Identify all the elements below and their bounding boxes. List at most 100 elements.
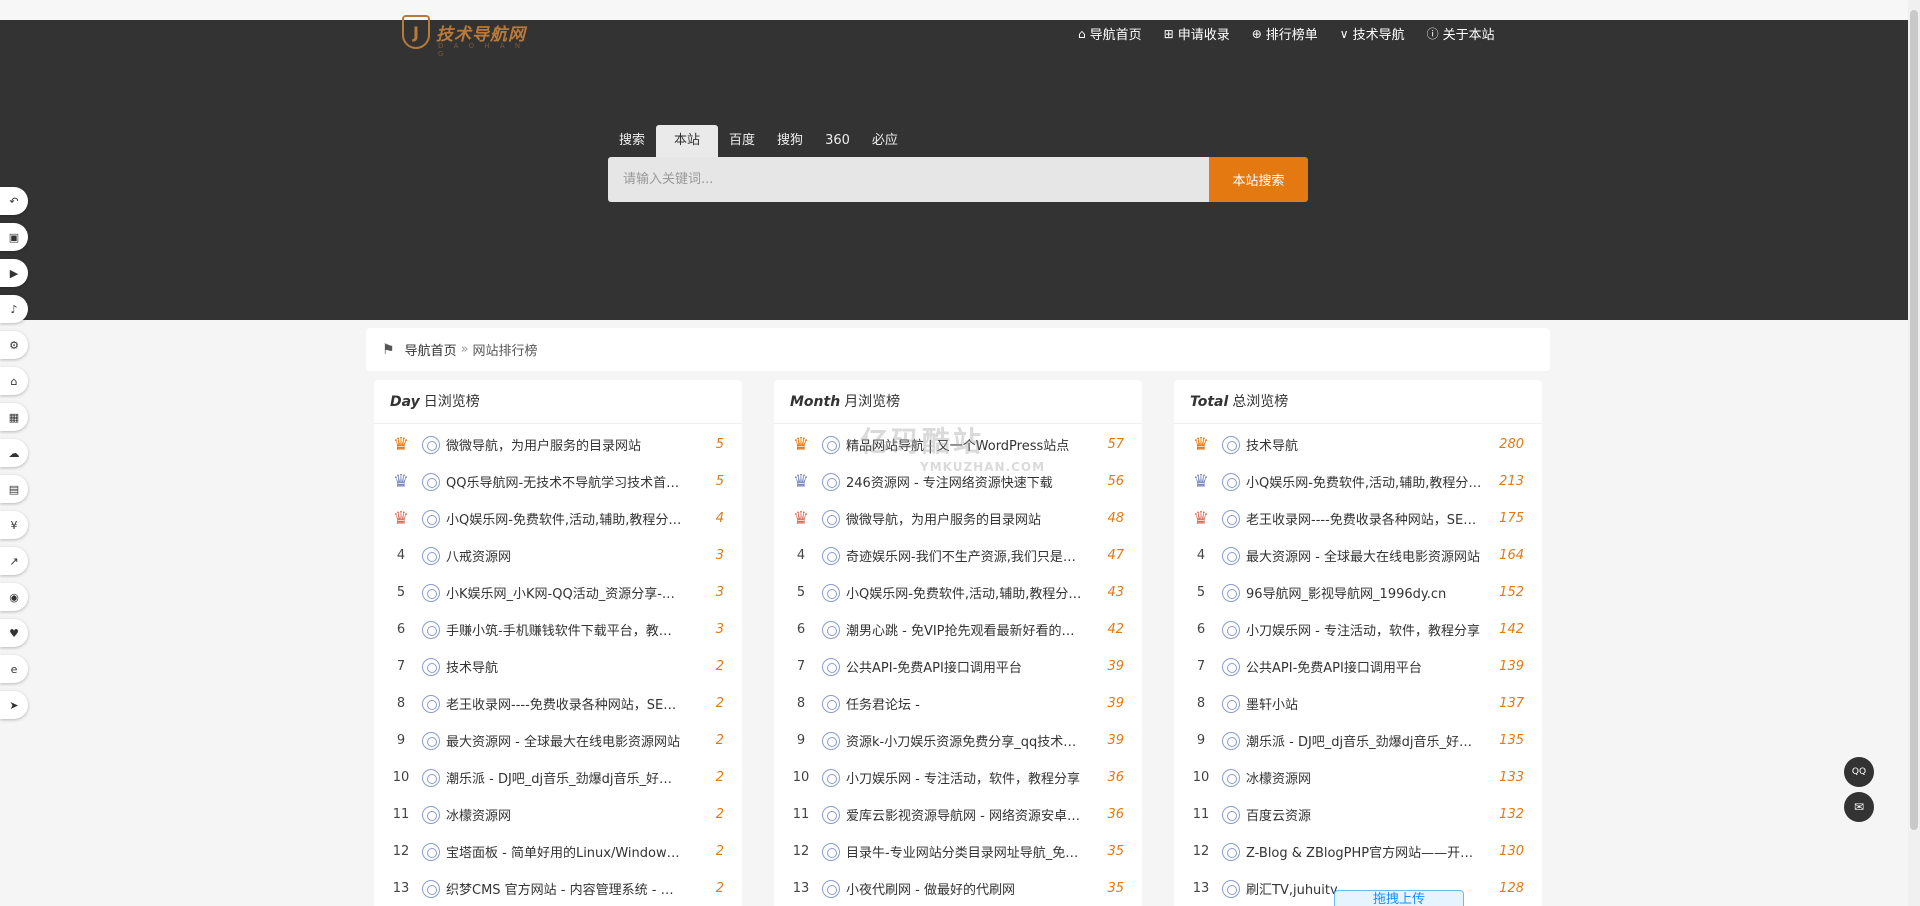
site-link[interactable]: 墨轩小站 xyxy=(1246,694,1484,713)
list-item[interactable]: 11 冰檬资源网 2 xyxy=(374,796,742,833)
site-link[interactable]: 奇迹娱乐网-我们不生产资源,我们只是资源的搬运工 xyxy=(846,546,1084,565)
tab-baidu[interactable]: 百度 xyxy=(718,125,766,157)
site-link[interactable]: 宝塔面板 - 简单好用的Linux/Windows服务器 xyxy=(446,842,684,861)
music-icon[interactable]: ♪ xyxy=(0,295,28,323)
list-item[interactable]: 8 任务君论坛 - 39 xyxy=(774,685,1142,722)
list-item[interactable]: 12 宝塔面板 - 简单好用的Linux/Windows服务器 2 xyxy=(374,833,742,870)
site-link[interactable]: 冰檬资源网 xyxy=(446,805,684,824)
site-link[interactable]: 技术导航 xyxy=(446,657,684,676)
edge-icon[interactable]: e xyxy=(0,655,28,683)
list-item[interactable]: 7 公共API-免费API接口调用平台 39 xyxy=(774,648,1142,685)
qq-contact-button[interactable]: QQ xyxy=(1844,757,1874,787)
list-item[interactable]: 4 奇迹娱乐网-我们不生产资源,我们只是资源的搬运工 47 xyxy=(774,537,1142,574)
site-link[interactable]: 老王收录网----免费收录各种网站，SEO优化 xyxy=(446,694,684,713)
list-item[interactable]: 5 小K娱乐网_小K网-QQ活动_资源分享-源码下载 3 xyxy=(374,574,742,611)
list-item[interactable]: 8 墨轩小站 137 xyxy=(1174,685,1542,722)
site-link[interactable]: 公共API-免费API接口调用平台 xyxy=(1246,657,1484,676)
games-icon[interactable]: ⚙ xyxy=(0,331,28,359)
site-link[interactable]: 织梦CMS 官方网站 - 内容管理系统 - 上海卓卓 xyxy=(446,879,684,898)
list-item[interactable]: 13 织梦CMS 官方网站 - 内容管理系统 - 上海卓卓 2 xyxy=(374,870,742,906)
nav-home[interactable]: ⌂ 导航首页 xyxy=(1078,24,1142,44)
site-link[interactable]: 最大资源网 - 全球最大在线电影资源网站 xyxy=(1246,546,1484,565)
list-item[interactable]: 9 潮乐派 - DJ吧_dj音乐_劲爆dj音乐_好听的歌 135 xyxy=(1174,722,1542,759)
tab-site[interactable]: 本站 xyxy=(656,125,719,157)
list-item[interactable]: 5 96导航网_影视导航网_1996dy.cn 152 xyxy=(1174,574,1542,611)
list-item[interactable]: 6 小刀娱乐网 - 专注活动，软件，教程分享 142 xyxy=(1174,611,1542,648)
nav-about[interactable]: ⓘ 关于本站 xyxy=(1427,24,1495,43)
site-link[interactable]: 资源k-小刀娱乐资源免费分享_qq技术网站 xyxy=(846,731,1084,750)
site-link[interactable]: 小K娱乐网_小K网-QQ活动_资源分享-源码下载 xyxy=(446,583,684,602)
site-link[interactable]: 96导航网_影视导航网_1996dy.cn xyxy=(1246,583,1484,602)
list-item[interactable]: ♛ 微微导航，为用户服务的目录网站 5 xyxy=(374,426,742,463)
list-item[interactable]: 6 潮男心跳 - 免VIP抢先观看最新好看的电影 42 xyxy=(774,611,1142,648)
store-icon[interactable]: ▣ xyxy=(0,223,28,251)
send-icon[interactable]: ➤ xyxy=(0,691,28,719)
list-item[interactable]: 12 目录牛-专业网站分类目录网址导航_免费收录 35 xyxy=(774,833,1142,870)
compass-icon[interactable]: ◉ xyxy=(0,583,28,611)
site-link[interactable]: 目录牛-专业网站分类目录网址导航_免费收录 xyxy=(846,842,1084,861)
cloud-icon[interactable]: ☁ xyxy=(0,439,28,467)
site-link[interactable]: QQ乐导航网-无技术不导航学习技术首选导航网 xyxy=(446,472,684,491)
site-link[interactable]: 微微导航，为用户服务的目录网站 xyxy=(846,509,1084,528)
site-link[interactable]: 潮乐派 - DJ吧_dj音乐_劲爆dj音乐_好听的歌 xyxy=(446,768,684,787)
list-item[interactable]: 5 小Q娱乐网-免费软件,活动,辅助,教程分享网站 43 xyxy=(774,574,1142,611)
tab-bing[interactable]: 必应 xyxy=(861,125,909,157)
site-link[interactable]: 公共API-免费API接口调用平台 xyxy=(846,657,1084,676)
list-item[interactable]: 11 百度云资源 132 xyxy=(1174,796,1542,833)
site-link[interactable]: 小刀娱乐网 - 专注活动，软件，教程分享 xyxy=(1246,620,1484,639)
search-input[interactable] xyxy=(608,157,1209,202)
apps-icon[interactable]: ▦ xyxy=(0,403,28,431)
chart-icon[interactable]: ↗ xyxy=(0,547,28,575)
site-link[interactable]: 技术导航 xyxy=(1246,435,1484,454)
list-item[interactable]: ♛ 246资源网 - 专注网络资源快速下载 56 xyxy=(774,463,1142,500)
site-link[interactable]: 爱库云影视资源导航网 - 网络资源安卓软件 xyxy=(846,805,1084,824)
nav-tech[interactable]: ∨ 技术导航 xyxy=(1340,24,1405,44)
list-item[interactable]: 7 公共API-免费API接口调用平台 139 xyxy=(1174,648,1542,685)
site-link[interactable]: 246资源网 - 专注网络资源快速下载 xyxy=(846,472,1084,491)
list-item[interactable]: 9 最大资源网 - 全球最大在线电影资源网站 2 xyxy=(374,722,742,759)
tab-sogou[interactable]: 搜狗 xyxy=(766,125,814,157)
list-item[interactable]: 10 潮乐派 - DJ吧_dj音乐_劲爆dj音乐_好听的歌 2 xyxy=(374,759,742,796)
education-icon[interactable]: ⌂ xyxy=(0,367,28,395)
list-item[interactable]: 13 小夜代刷网 - 做最好的代刷网 35 xyxy=(774,870,1142,906)
list-item[interactable]: 10 小刀娱乐网 - 专注活动，软件，教程分享 36 xyxy=(774,759,1142,796)
video-icon[interactable]: ▶ xyxy=(0,259,28,287)
search-button[interactable]: 本站搜索 xyxy=(1209,157,1308,202)
list-item[interactable]: 12 Z-Blog & ZBlogPHP官方网站——开源免费的博客 130 xyxy=(1174,833,1542,870)
back-icon[interactable]: ↶ xyxy=(0,187,28,215)
list-item[interactable]: ♛ 小Q娱乐网-免费软件,活动,辅助,教程分享网站 213 xyxy=(1174,463,1542,500)
list-item[interactable]: 4 最大资源网 - 全球最大在线电影资源网站 164 xyxy=(1174,537,1542,574)
site-link[interactable]: 小夜代刷网 - 做最好的代刷网 xyxy=(846,879,1084,898)
list-item[interactable]: 6 手赚小筑-手机赚钱软件下载平台，教你赚钱 3 xyxy=(374,611,742,648)
list-item[interactable]: ♛ 技术导航 280 xyxy=(1174,426,1542,463)
list-item[interactable]: ♛ 老王收录网----免费收录各种网站，SEO优化 175 xyxy=(1174,500,1542,537)
site-link[interactable]: 手赚小筑-手机赚钱软件下载平台，教你赚钱 xyxy=(446,620,684,639)
document-icon[interactable]: ▤ xyxy=(0,475,28,503)
site-link[interactable]: 最大资源网 - 全球最大在线电影资源网站 xyxy=(446,731,684,750)
yen-icon[interactable]: ¥ xyxy=(0,511,28,539)
site-link[interactable]: 任务君论坛 - xyxy=(846,694,1084,713)
list-item[interactable]: ♛ 精品网站导航 | 又一个WordPress站点 57 xyxy=(774,426,1142,463)
site-link[interactable]: 八戒资源网 xyxy=(446,546,684,565)
scrollbar[interactable] xyxy=(1908,0,1920,906)
list-item[interactable]: ♛ QQ乐导航网-无技术不导航学习技术首选导航网 5 xyxy=(374,463,742,500)
site-logo[interactable]: J 技术导航网 D A O H A N G xyxy=(402,12,526,58)
tab-search[interactable]: 搜索 xyxy=(608,125,656,157)
site-link[interactable]: 小刀娱乐网 - 专注活动，软件，教程分享 xyxy=(846,768,1084,787)
site-link[interactable]: 小Q娱乐网-免费软件,活动,辅助,教程分享网站 xyxy=(1246,472,1484,491)
site-link[interactable]: 潮乐派 - DJ吧_dj音乐_劲爆dj音乐_好听的歌 xyxy=(1246,731,1484,750)
list-item[interactable]: ♛ 微微导航，为用户服务的目录网站 48 xyxy=(774,500,1142,537)
site-link[interactable]: Z-Blog & ZBlogPHP官方网站——开源免费的博客 xyxy=(1246,842,1484,861)
list-item[interactable]: 7 技术导航 2 xyxy=(374,648,742,685)
mail-contact-button[interactable]: ✉ xyxy=(1844,792,1874,822)
site-link[interactable]: 精品网站导航 | 又一个WordPress站点 xyxy=(846,435,1084,454)
site-link[interactable]: 冰檬资源网 xyxy=(1246,768,1484,787)
list-item[interactable]: 9 资源k-小刀娱乐资源免费分享_qq技术网站 39 xyxy=(774,722,1142,759)
site-link[interactable]: 潮男心跳 - 免VIP抢先观看最新好看的电影 xyxy=(846,620,1084,639)
tab-360[interactable]: 360 xyxy=(814,125,861,157)
scrollbar-thumb[interactable] xyxy=(1910,10,1918,830)
site-link[interactable]: 小Q娱乐网-免费软件,活动,辅助,教程分享网站 xyxy=(446,509,684,528)
list-item[interactable]: 10 冰檬资源网 133 xyxy=(1174,759,1542,796)
site-link[interactable]: 微微导航，为用户服务的目录网站 xyxy=(446,435,684,454)
health-icon[interactable]: ♥ xyxy=(0,619,28,647)
